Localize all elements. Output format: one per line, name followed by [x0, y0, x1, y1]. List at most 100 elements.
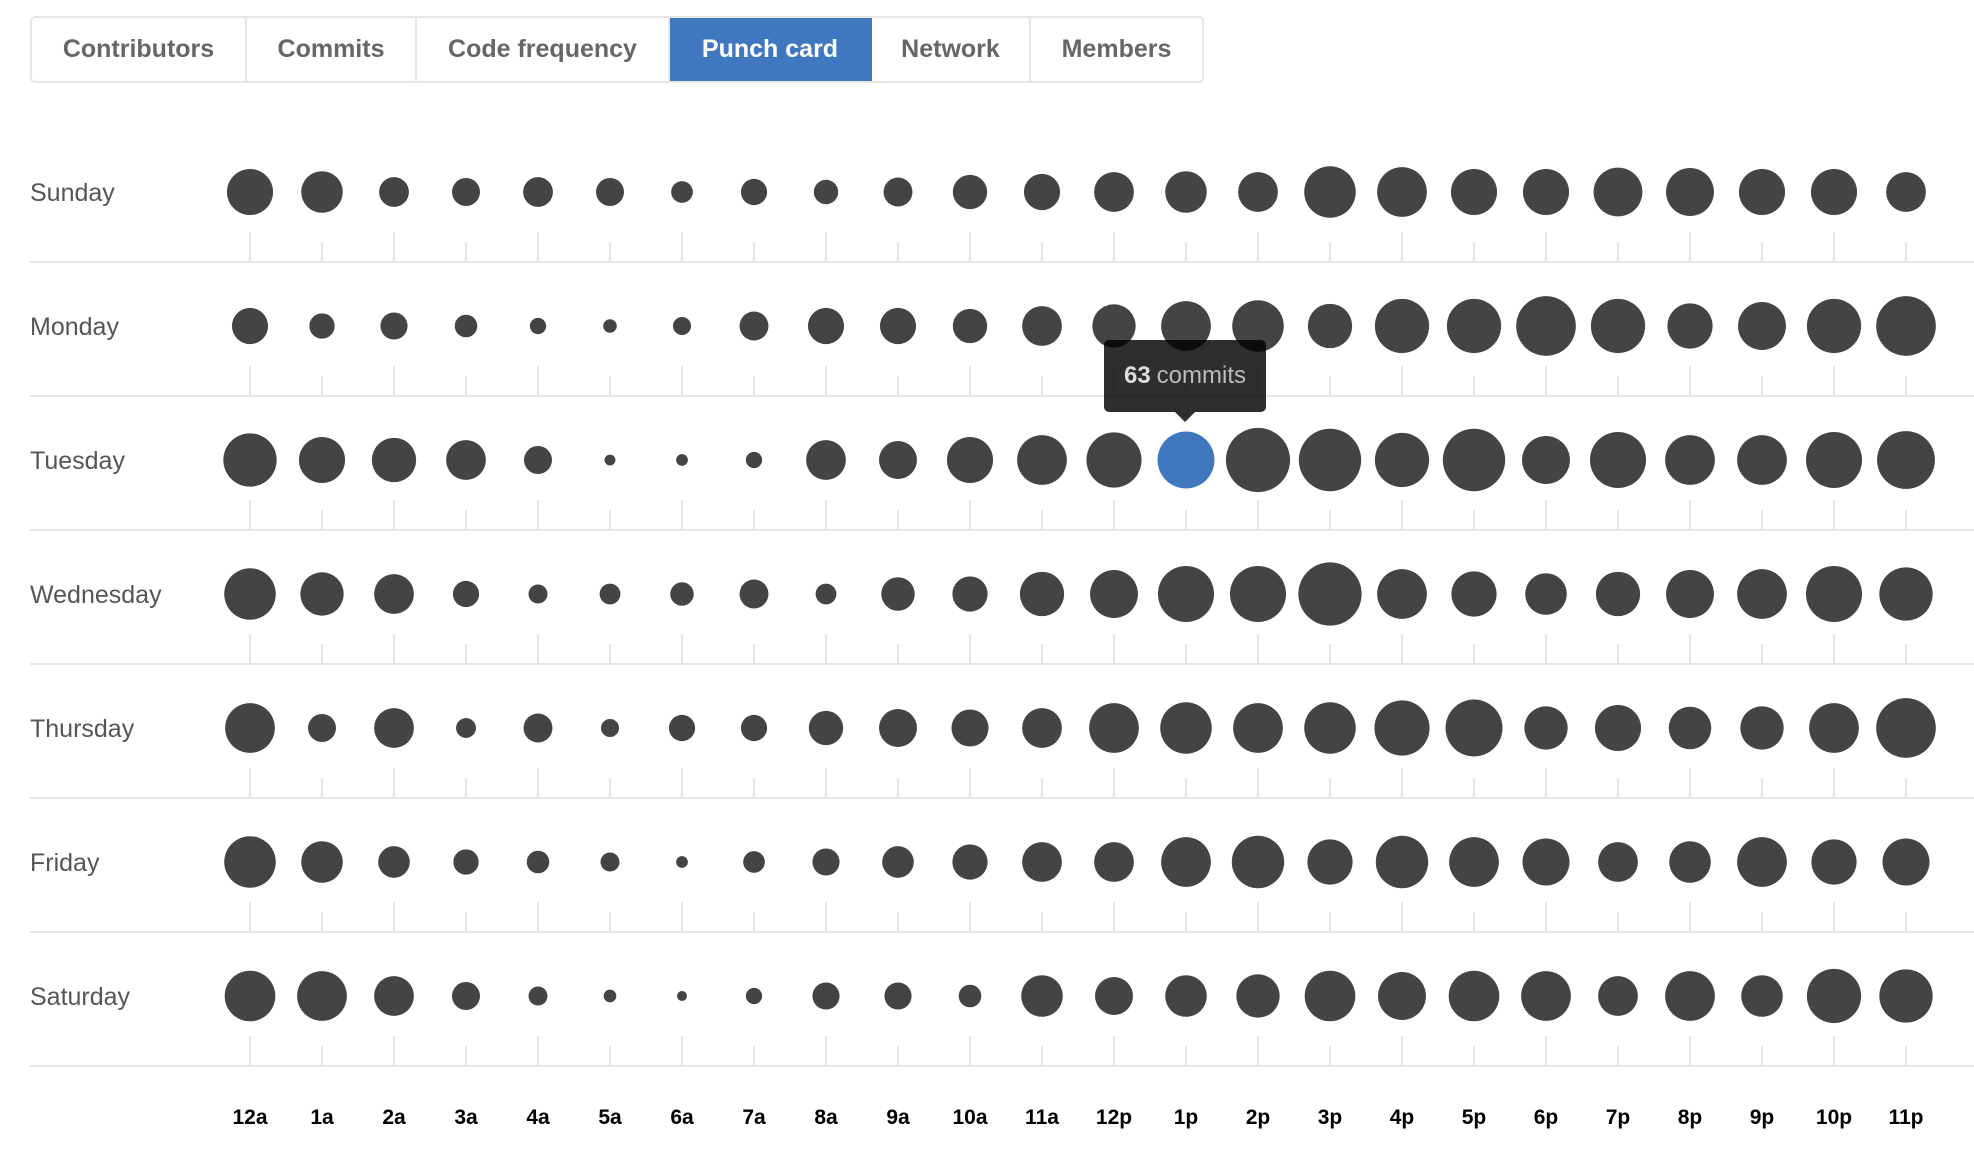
punch-dot[interactable]: 49 commits [1307, 303, 1353, 349]
punch-dot[interactable]: 29 commits [668, 714, 696, 742]
punch-dot[interactable]: 70 commits [1298, 562, 1362, 626]
punch-dot[interactable]: 37 commits [881, 577, 915, 611]
punch-dot[interactable]: 30 commits [812, 982, 840, 1010]
punch-dot[interactable]: 51 commits [1522, 168, 1570, 216]
punch-dot[interactable]: 62 commits [1589, 431, 1647, 489]
punch-dot[interactable]: 44 commits [1094, 842, 1134, 882]
punch-dot[interactable]: 18 commits [745, 451, 763, 469]
punch-dot[interactable]: 40 commits [231, 307, 269, 345]
punch-dot[interactable]: 55 commits [1521, 971, 1571, 1021]
punch-dot[interactable]: 38 commits [808, 710, 844, 746]
punch-dot[interactable]: 44 commits [374, 976, 414, 1016]
punch-dot[interactable]: 44 commits [374, 574, 414, 614]
punch-dot[interactable]: 50 commits [1307, 839, 1353, 885]
punch-dot[interactable]: 32 commits [739, 311, 769, 341]
punch-dot[interactable]: 55 commits [1377, 569, 1427, 619]
punch-dot[interactable]: 44 commits [1094, 172, 1134, 212]
punch-dot[interactable]: 55 commits [1449, 837, 1499, 887]
punch-dot[interactable]: 55 commits [225, 703, 275, 753]
punch-dot[interactable]: 56 commits [1448, 970, 1500, 1022]
punch-dot[interactable]: 64 commits [1877, 431, 1935, 489]
punch-dot[interactable]: 57 commits [1304, 166, 1356, 218]
punch-dot[interactable]: 60 commits [1806, 968, 1862, 1024]
punch-dot[interactable]: 18 commits [745, 987, 763, 1005]
punch-dot[interactable]: 38 commits [952, 308, 988, 344]
punch-dot[interactable]: 55 commits [1017, 435, 1067, 485]
punch-dot[interactable]: 53 commits [1666, 570, 1714, 618]
punch-dot[interactable]: 52 commits [1882, 838, 1930, 886]
punch-dot[interactable]: 58 commits [1231, 835, 1285, 889]
punch-dot[interactable]: 51 commits [1450, 168, 1498, 216]
punch-dot[interactable]: 49 commits [371, 437, 417, 483]
punch-dot[interactable]: 28 commits [309, 313, 335, 339]
punch-dot[interactable]: 46 commits [301, 841, 343, 883]
punch-dot[interactable]: 51 commits [1738, 168, 1786, 216]
punch-dot[interactable]: 62 commits [1157, 565, 1215, 623]
punch-dot[interactable]: 56 commits [1304, 970, 1356, 1022]
punch-dot[interactable]: 44 commits [1598, 842, 1638, 882]
punch-dot[interactable]: 53 commits [1378, 972, 1426, 1020]
punch-dot[interactable]: 46 commits [1021, 975, 1063, 1017]
punch-dot[interactable]: 44 commits [806, 440, 846, 480]
punch-dot[interactable]: 51 commits [1594, 704, 1642, 752]
punch-dot[interactable]: 11 commits [677, 991, 687, 1001]
punch-dot[interactable]: 55 commits [1737, 569, 1787, 619]
punch-dot[interactable]: 53 commits [1090, 570, 1138, 618]
punch-dot[interactable]: 60 commits [1374, 298, 1430, 354]
punch-dot[interactable]: 33 commits [379, 177, 409, 207]
punch-dot[interactable]: 42 commits [1095, 977, 1133, 1015]
punch-dot[interactable]: 51 commits [946, 436, 994, 484]
punch-dot[interactable]: 12 commits [604, 454, 616, 466]
punch-dot[interactable]: 61 commits [1086, 432, 1142, 488]
punch-dot[interactable]: 48 commits [1740, 706, 1784, 750]
punch-dot[interactable]: 46 commits [1525, 573, 1567, 615]
punch-dot[interactable]: 55 commits [1665, 435, 1715, 485]
punch-dot[interactable]: 46 commits [1669, 841, 1711, 883]
punch-dot[interactable]: 32 commits [739, 579, 769, 609]
punch-dot[interactable]: 13 commits [676, 454, 688, 466]
punch-dot[interactable]: 18 commits [529, 317, 547, 335]
punch-dot[interactable]: 31 commits [307, 713, 337, 743]
punch-dot[interactable]: 25 commits [958, 984, 982, 1008]
punch-dot[interactable]: 13 commits [676, 856, 688, 868]
punch-dot-highlighted[interactable]: 63 commits [1157, 431, 1215, 489]
punch-dot[interactable]: 53 commits [1738, 302, 1786, 350]
punch-dot[interactable]: 29 commits [740, 714, 768, 742]
punch-dot[interactable]: 66 commits [1876, 698, 1936, 758]
punch-dot[interactable]: 55 commits [1737, 837, 1787, 887]
punch-dot[interactable]: 55 commits [297, 971, 347, 1021]
punch-dot[interactable]: 50 commits [1451, 571, 1497, 617]
punch-dot[interactable]: 60 commits [1590, 298, 1646, 354]
punch-dot[interactable]: 61 commits [1374, 700, 1430, 756]
punch-dot[interactable]: 47 commits [1668, 706, 1712, 750]
punch-dot[interactable]: 69 commits [1298, 428, 1362, 492]
punch-dot[interactable]: 44 commits [374, 708, 414, 748]
punch-dot[interactable]: 55 commits [1737, 435, 1787, 485]
punch-dot[interactable]: 42 commits [879, 709, 917, 747]
punch-dot[interactable]: 48 commits [1524, 706, 1568, 750]
punch-dot[interactable]: 44 commits [446, 440, 486, 480]
punch-dot[interactable]: 57 commits [224, 568, 276, 620]
punch-dot[interactable]: 66 commits [1876, 296, 1936, 356]
punch-dot[interactable]: 50 commits [1811, 839, 1857, 885]
punch-dot[interactable]: 62 commits [1805, 431, 1863, 489]
punch-dot[interactable]: 59 commits [223, 433, 277, 487]
punch-dot[interactable]: 55 commits [1665, 971, 1715, 1021]
punch-dot[interactable]: 31 commits [523, 445, 553, 475]
punch-dot[interactable]: 44 commits [1886, 172, 1926, 212]
punch-dot[interactable]: 30 commits [812, 848, 840, 876]
punch-dot[interactable]: 38 commits [952, 174, 988, 210]
punch-dot[interactable]: 39 commits [952, 844, 988, 880]
punch-dot[interactable]: 66 commits [1516, 296, 1576, 356]
punch-dot[interactable]: 57 commits [1160, 702, 1212, 754]
punch-dot[interactable]: 44 commits [1022, 708, 1062, 748]
punch-dot[interactable]: 50 commits [1667, 303, 1713, 349]
punch-dot[interactable]: 21 commits [528, 986, 548, 1006]
punch-dot[interactable]: 52 commits [1522, 838, 1570, 886]
punch-dot[interactable]: 20 commits [600, 718, 620, 738]
punch-dot[interactable]: 24 commits [671, 181, 693, 203]
punch-dot[interactable]: 59 commits [1879, 567, 1933, 621]
punch-dot[interactable]: 29 commits [452, 580, 480, 608]
punch-dot[interactable]: 55 commits [1089, 703, 1139, 753]
punch-dot[interactable]: 48 commits [1236, 974, 1280, 1018]
